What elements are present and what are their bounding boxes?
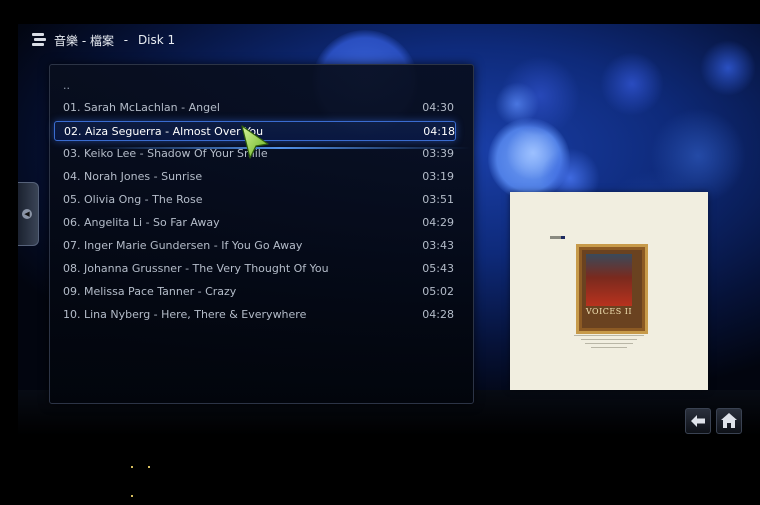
- pointer-cursor-icon: [241, 125, 269, 159]
- track-title: 09. Melissa Pace Tanner - Crazy: [63, 284, 237, 298]
- track-title: 06. Angelita Li - So Far Away: [63, 215, 220, 229]
- track-title: 05. Olivia Ong - The Rose: [63, 192, 203, 206]
- list-item[interactable]: 05. Olivia Ong - The Rose 03:51: [54, 190, 454, 208]
- track-duration: 03:39: [422, 146, 454, 160]
- breadcrumb: 音樂 - 檔案 - Disk 1: [30, 30, 175, 50]
- list-item[interactable]: 08. Johanna Grussner - The Very Thought …: [54, 259, 454, 277]
- home-button[interactable]: [716, 408, 742, 434]
- painting-figure: [586, 254, 632, 306]
- screen-bezel-top: [0, 0, 760, 24]
- side-menu-arrow-icon: ◀: [22, 209, 32, 219]
- section-title: 音樂 - 檔案: [54, 33, 114, 48]
- track-duration: 04:18: [423, 124, 455, 138]
- cover-small-mark: [561, 236, 565, 239]
- back-arrow-icon: [691, 415, 705, 427]
- track-duration: 05:02: [422, 284, 454, 298]
- screen-bezel-left: [0, 0, 18, 505]
- track-title: 10. Lina Nyberg - Here, There & Everywhe…: [63, 307, 307, 321]
- track-duration: 04:29: [422, 215, 454, 229]
- file-list-panel: .. 01. Sarah McLachlan - Angel 04:30 02.…: [49, 64, 474, 404]
- media-center-screen: 音樂 - 檔案 - Disk 1 ◀ .. 01. Sarah McLachla…: [0, 0, 760, 505]
- track-title: 03. Keiko Lee - Shadow Of Your Smile: [63, 146, 268, 160]
- cover-fine-print: [570, 332, 648, 351]
- list-item[interactable]: 01. Sarah McLachlan - Angel 04:30: [54, 98, 454, 116]
- track-title: 08. Johanna Grussner - The Very Thought …: [63, 261, 329, 275]
- track-title: 07. Inger Marie Gundersen - If You Go Aw…: [63, 238, 303, 252]
- track-title: 02. Aiza Seguerra - Almost Over You: [64, 124, 264, 138]
- track-duration: 04:28: [422, 307, 454, 321]
- side-menu-tab[interactable]: ◀: [18, 182, 39, 246]
- album-caption: VOICES II: [585, 307, 633, 316]
- list-item[interactable]: 06. Angelita Li - So Far Away 04:29: [54, 213, 454, 231]
- track-duration: 04:30: [422, 100, 454, 114]
- track-title: 01. Sarah McLachlan - Angel: [63, 100, 220, 114]
- indicator-dot: [131, 495, 133, 497]
- list-item[interactable]: 10. Lina Nyberg - Here, There & Everywhe…: [54, 305, 454, 323]
- floor-shadow: [18, 390, 760, 505]
- list-item[interactable]: 04. Norah Jones - Sunrise 03:19: [54, 167, 454, 185]
- track-title: 04. Norah Jones - Sunrise: [63, 169, 203, 183]
- bokeh-light: [600, 52, 664, 116]
- indicator-dot: [131, 466, 133, 468]
- parent-folder-item[interactable]: ..: [63, 79, 70, 92]
- back-button[interactable]: [685, 408, 711, 434]
- music-logo-icon: [32, 33, 46, 46]
- bokeh-light: [495, 82, 539, 126]
- track-duration: 03:43: [422, 238, 454, 252]
- track-duration: 05:43: [422, 261, 454, 275]
- bokeh-light: [700, 40, 756, 96]
- indicator-dot: [148, 466, 150, 468]
- home-icon: [721, 413, 737, 428]
- cover-painting: VOICES II: [576, 244, 648, 334]
- album-cover: VOICES II: [510, 192, 708, 390]
- track-duration: 03:51: [422, 192, 454, 206]
- location-title: Disk 1: [137, 33, 176, 47]
- track-duration: 03:19: [422, 169, 454, 183]
- list-item[interactable]: 09. Melissa Pace Tanner - Crazy 05:02: [54, 282, 454, 300]
- list-item[interactable]: 07. Inger Marie Gundersen - If You Go Aw…: [54, 236, 454, 254]
- breadcrumb-separator: -: [119, 33, 132, 47]
